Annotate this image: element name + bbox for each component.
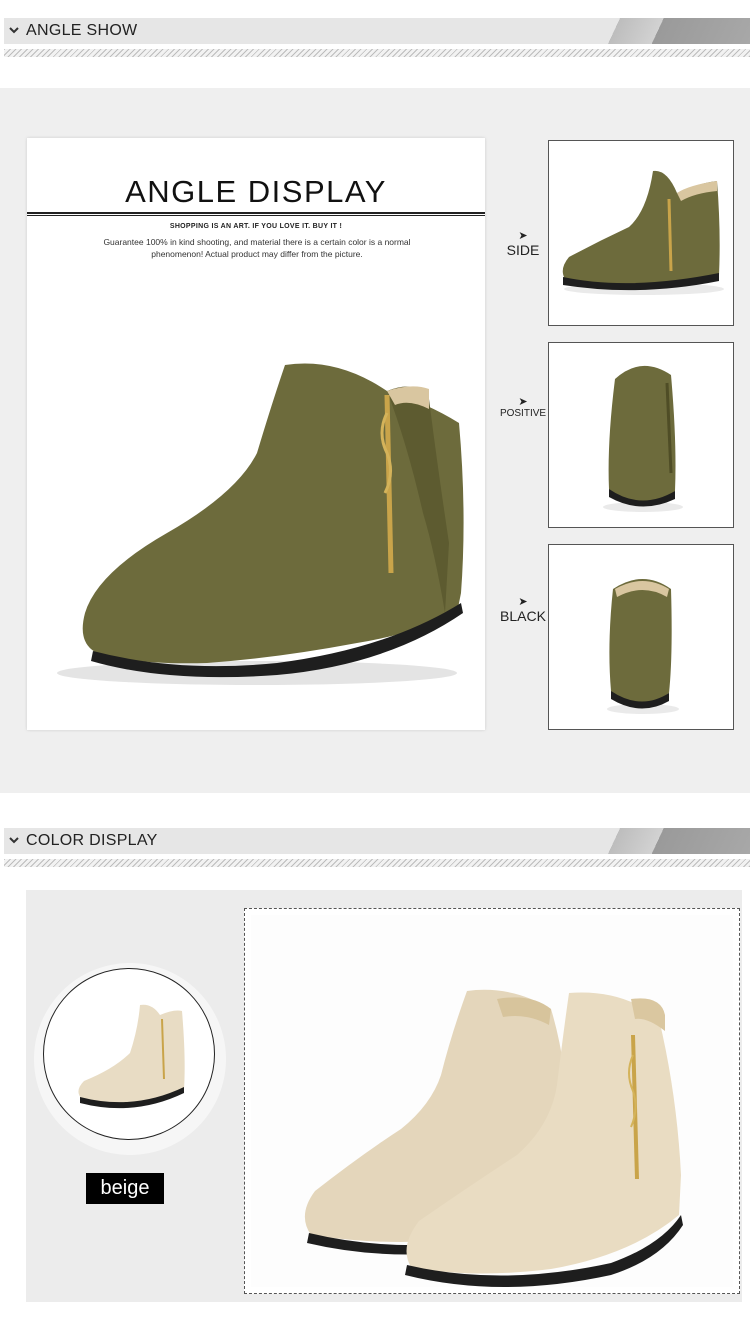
title-divider <box>27 212 485 216</box>
section-header-color-display: COLOR DISPLAY <box>0 828 750 870</box>
header-stripe <box>4 49 750 57</box>
section-title: ANGLE SHOW <box>26 22 138 39</box>
view-label-black: ➤ BLACK <box>498 596 548 624</box>
view-label-side: ➤ SIDE <box>498 230 548 258</box>
beige-boot-thumb-image <box>78 1004 185 1109</box>
angle-display-title: ANGLE DISPLAY <box>125 174 387 209</box>
swatch-circle[interactable] <box>43 968 215 1140</box>
header-decoration <box>580 828 750 854</box>
angle-display-note: Guarantee 100% in kind shooting, and mat… <box>103 237 411 259</box>
thumb-back-view[interactable] <box>548 544 734 730</box>
thumb-front-view[interactable] <box>548 342 734 528</box>
arrow-right-icon: ➤ <box>518 396 528 408</box>
beige-boots-pair-image <box>304 989 683 1287</box>
thumb-side-view[interactable] <box>548 140 734 326</box>
header-stripe <box>4 859 750 867</box>
angle-display-slogan: SHOPPING IS AN ART. IF YOU LOVE IT. BUY … <box>169 223 343 230</box>
olive-boot-image <box>57 363 464 685</box>
chevron-down-icon <box>9 837 19 844</box>
boot-side-image <box>562 170 724 295</box>
boot-front-image <box>603 365 683 512</box>
angle-show-panel: ANGLE DISPLAY SHOPPING IS AN ART. IF YOU… <box>0 88 750 793</box>
section-header-angle-show: ANGLE SHOW <box>0 18 750 60</box>
color-preview-image <box>251 915 733 1287</box>
section-title: COLOR DISPLAY <box>26 832 158 849</box>
boot-back-image <box>607 579 679 714</box>
arrow-right-icon: ➤ <box>518 596 528 608</box>
header-decoration <box>580 18 750 44</box>
arrow-right-icon: ➤ <box>518 230 528 242</box>
chevron-down-icon <box>9 27 19 34</box>
color-swatch-label[interactable]: beige <box>86 1173 164 1204</box>
color-preview-frame <box>244 908 740 1294</box>
view-label-positive: ➤ POSITIVE <box>499 396 547 419</box>
angle-display-card: ANGLE DISPLAY SHOPPING IS AN ART. IF YOU… <box>27 138 485 730</box>
